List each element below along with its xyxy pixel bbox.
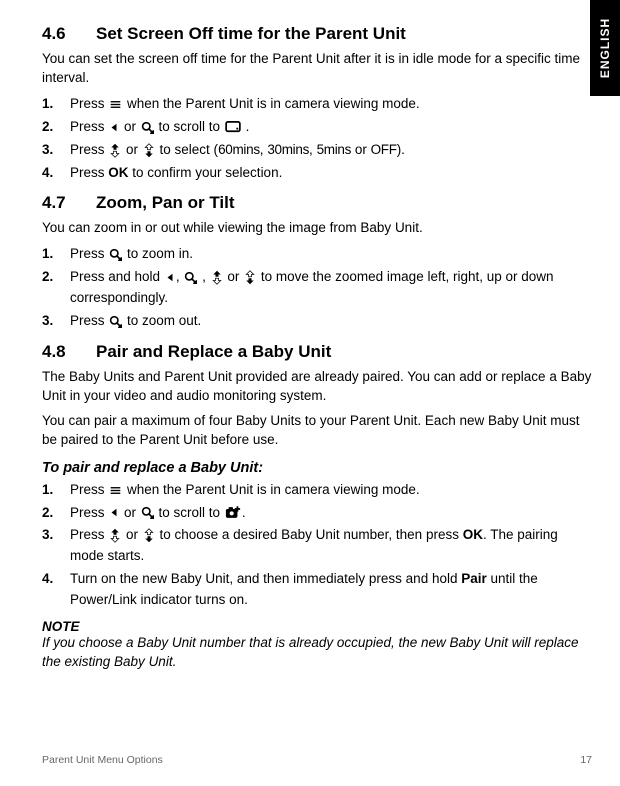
menu-icon — [109, 485, 122, 496]
down-arrow-icon — [143, 143, 155, 158]
pair-button-label: Pair — [461, 571, 487, 586]
section-4-8-p2: You can pair a maximum of four Baby Unit… — [42, 412, 592, 450]
up-arrow-icon — [109, 143, 121, 158]
note-heading: NOTE — [42, 619, 592, 634]
zoom-icon — [184, 271, 197, 284]
section-4-8-p1: The Baby Units and Parent Unit provided … — [42, 368, 592, 406]
pair-subheading: To pair and replace a Baby Unit: — [42, 460, 592, 476]
zoom-icon — [141, 121, 154, 134]
section-4-7-steps: 1.Press to zoom in. 2.Press and hold , ,… — [42, 244, 592, 332]
left-arrow-icon — [109, 507, 119, 518]
down-arrow-icon — [244, 270, 256, 285]
language-tab: ENGLISH — [590, 0, 620, 96]
section-4-7-intro: You can zoom in or out while viewing the… — [42, 219, 592, 238]
zoom-out-icon — [109, 315, 122, 328]
camera-plus-icon — [225, 506, 241, 519]
footer-section-name: Parent Unit Menu Options — [42, 754, 163, 766]
up-arrow-icon — [211, 270, 223, 285]
zoom-in-icon — [109, 248, 122, 261]
up-arrow-icon — [109, 528, 121, 543]
page-number: 17 — [580, 754, 592, 766]
section-4-8-heading: 4.8Pair and Replace a Baby Unit — [42, 342, 592, 362]
ok-button-label: OK — [108, 165, 128, 180]
section-4-6-heading: 4.6Set Screen Off time for the Parent Un… — [42, 24, 592, 44]
left-arrow-icon — [109, 122, 119, 133]
section-4-7-heading: 4.7Zoom, Pan or Tilt — [42, 193, 592, 213]
section-4-8-steps: 1.Press when the Parent Unit is in camer… — [42, 480, 592, 612]
ok-button-label: OK — [463, 527, 483, 542]
menu-icon — [109, 99, 122, 110]
section-4-6-intro: You can set the screen off time for the … — [42, 50, 592, 88]
left-arrow-icon — [165, 272, 175, 283]
zoom-icon — [141, 506, 154, 519]
page-footer: Parent Unit Menu Options 17 — [42, 754, 592, 766]
screen-off-icon — [225, 121, 241, 133]
section-4-6-steps: 1.Press when the Parent Unit is in camer… — [42, 94, 592, 184]
down-arrow-icon — [143, 528, 155, 543]
note-body: If you choose a Baby Unit number that is… — [42, 634, 592, 672]
